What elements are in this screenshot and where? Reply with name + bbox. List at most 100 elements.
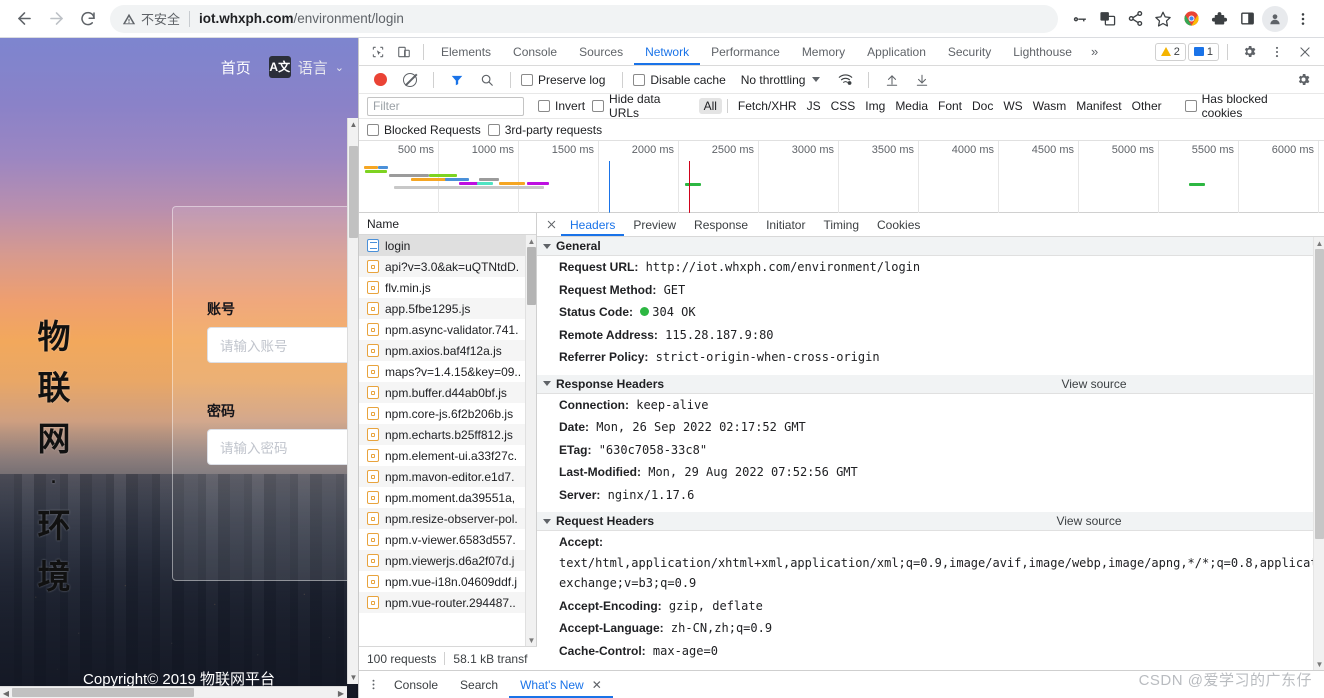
filter-input[interactable]: Filter <box>367 96 525 116</box>
network-settings-icon[interactable] <box>1290 67 1316 93</box>
forward-icon[interactable] <box>40 3 72 35</box>
translate-icon[interactable] <box>1094 6 1120 32</box>
message-badge[interactable]: 1 <box>1187 42 1219 61</box>
filter-type-other[interactable]: Other <box>1127 98 1167 114</box>
tab-elements[interactable]: Elements <box>430 38 502 65</box>
invert-checkbox[interactable]: Invert <box>538 99 592 113</box>
filter-type-font[interactable]: Font <box>933 98 967 114</box>
close-detail-icon[interactable] <box>541 215 561 235</box>
table-row[interactable]: npm.viewerjs.d6a2f07d.j <box>359 550 536 571</box>
detail-scroll-thumb[interactable] <box>1315 249 1324 539</box>
account-input[interactable]: 请输入账号 <box>207 327 358 363</box>
network-overview-timeline[interactable]: 500 ms 1000 ms 1500 ms 2000 ms 2500 ms 3… <box>359 141 1324 213</box>
blocked-requests-checkbox[interactable]: Blocked Requests <box>367 123 488 137</box>
request-list-scrollbar[interactable]: ▲ ▼ <box>525 235 536 670</box>
tab-memory[interactable]: Memory <box>791 38 856 65</box>
export-har-icon[interactable] <box>909 67 935 93</box>
subtab-headers[interactable]: Headers <box>561 213 624 236</box>
section-header-general[interactable]: General <box>537 237 1324 256</box>
table-row[interactable]: npm.element-ui.a33f27c. <box>359 445 536 466</box>
table-row[interactable]: npm.vue-router.294487.. <box>359 592 536 613</box>
gear-icon[interactable] <box>1236 39 1262 65</box>
view-source-link[interactable]: View source <box>861 377 1126 391</box>
tab-console[interactable]: Console <box>502 38 568 65</box>
record-button[interactable] <box>367 67 393 93</box>
password-input[interactable]: 请输入密码 <box>207 429 358 465</box>
scroll-down-icon[interactable]: ▼ <box>348 671 358 684</box>
scroll-up-icon[interactable]: ▲ <box>348 118 358 131</box>
table-row[interactable]: flv.min.js <box>359 277 536 298</box>
scroll-up-icon[interactable]: ▲ <box>1314 237 1324 249</box>
drawer-tab-whats-new[interactable]: What's New ✕ <box>509 671 613 698</box>
tab-network[interactable]: Network <box>634 38 700 65</box>
filter-toggle-icon[interactable] <box>444 67 470 93</box>
chrome-menu-icon[interactable] <box>1290 6 1316 32</box>
key-icon[interactable] <box>1066 6 1092 32</box>
address-bar[interactable]: 不安全 iot.whxph.com/environment/login <box>110 4 1058 33</box>
throttling-select[interactable]: No throttling <box>737 73 821 87</box>
scroll-down-icon[interactable]: ▼ <box>526 634 537 646</box>
subtab-initiator[interactable]: Initiator <box>757 213 814 236</box>
table-row[interactable]: npm.v-viewer.6583d557. <box>359 529 536 550</box>
sidepanel-icon[interactable] <box>1234 6 1260 32</box>
detail-scrollbar[interactable]: ▲ ▼ <box>1313 237 1324 670</box>
page-vertical-scrollbar[interactable]: ▲ ▼ <box>347 118 358 684</box>
avatar-icon[interactable] <box>1262 5 1288 32</box>
page-scroll-thumb[interactable] <box>349 146 358 238</box>
drawer-tab-search[interactable]: Search <box>449 671 509 698</box>
import-har-icon[interactable] <box>879 67 905 93</box>
table-row[interactable]: npm.mavon-editor.e1d7. <box>359 466 536 487</box>
section-header-request-headers[interactable]: Request Headers View source <box>537 512 1324 531</box>
page-hscroll-thumb[interactable] <box>12 688 194 697</box>
extensions-icon[interactable] <box>1206 6 1232 32</box>
table-row[interactable]: npm.buffer.d44ab0bf.js <box>359 382 536 403</box>
nav-home-link[interactable]: 首页 <box>221 57 251 78</box>
filter-type-doc[interactable]: Doc <box>967 98 998 114</box>
subtab-response[interactable]: Response <box>685 213 757 236</box>
preserve-log-checkbox[interactable]: Preserve log <box>521 73 612 87</box>
warning-badge[interactable]: 2 <box>1154 42 1186 61</box>
table-row[interactable]: maps?v=1.4.15&key=09.. <box>359 361 536 382</box>
third-party-requests-checkbox[interactable]: 3rd-party requests <box>487 123 609 137</box>
filter-type-fetch-xhr[interactable]: Fetch/XHR <box>733 98 802 114</box>
star-icon[interactable] <box>1150 6 1176 32</box>
drawer-tab-console[interactable]: Console <box>383 671 449 698</box>
subtab-cookies[interactable]: Cookies <box>868 213 929 236</box>
share-icon[interactable] <box>1122 6 1148 32</box>
drawer-menu-icon[interactable] <box>363 678 383 691</box>
table-row[interactable]: npm.async-validator.741. <box>359 319 536 340</box>
table-row[interactable]: app.5fbe1295.js <box>359 298 536 319</box>
filter-type-wasm[interactable]: Wasm <box>1028 98 1072 114</box>
tab-security[interactable]: Security <box>937 38 1002 65</box>
tab-sources[interactable]: Sources <box>568 38 634 65</box>
device-toolbar-icon[interactable] <box>391 39 417 65</box>
inspect-element-icon[interactable] <box>365 39 391 65</box>
more-tabs-icon[interactable]: » <box>1083 44 1106 59</box>
clear-button[interactable] <box>397 67 423 93</box>
request-list-scroll-thumb[interactable] <box>527 247 536 305</box>
section-header-response-headers[interactable]: Response Headers View source <box>537 374 1324 394</box>
tab-performance[interactable]: Performance <box>700 38 791 65</box>
scroll-left-icon[interactable]: ◀ <box>0 687 12 698</box>
reload-icon[interactable] <box>72 3 104 35</box>
back-icon[interactable] <box>8 3 40 35</box>
table-row[interactable]: npm.echarts.b25ff812.js <box>359 424 536 445</box>
scroll-up-icon[interactable]: ▲ <box>526 235 537 247</box>
devtools-menu-icon[interactable] <box>1264 39 1290 65</box>
view-source-link[interactable]: View source <box>856 514 1121 528</box>
security-status[interactable]: 不安全 <box>122 9 180 28</box>
disable-cache-checkbox[interactable]: Disable cache <box>633 73 732 87</box>
table-row[interactable]: api?v=3.0&ak=uQTNtdD. <box>359 256 536 277</box>
request-list-header[interactable]: Name <box>359 213 536 235</box>
request-list-body[interactable]: login api?v=3.0&ak=uQTNtdD. flv.min.js a… <box>359 235 536 670</box>
search-icon[interactable] <box>474 67 500 93</box>
close-devtools-icon[interactable] <box>1292 39 1318 65</box>
table-row[interactable]: login <box>359 235 536 256</box>
table-row[interactable]: npm.resize-observer-pol. <box>359 508 536 529</box>
scroll-right-icon[interactable]: ▶ <box>335 687 347 698</box>
page-horizontal-scrollbar[interactable]: ◀ ▶ <box>0 686 347 698</box>
chrome-profile-icon[interactable] <box>1178 6 1204 32</box>
network-conditions-icon[interactable] <box>832 67 858 93</box>
filter-type-all[interactable]: All <box>698 98 722 114</box>
hide-data-urls-checkbox[interactable]: Hide data URLs <box>592 92 699 120</box>
